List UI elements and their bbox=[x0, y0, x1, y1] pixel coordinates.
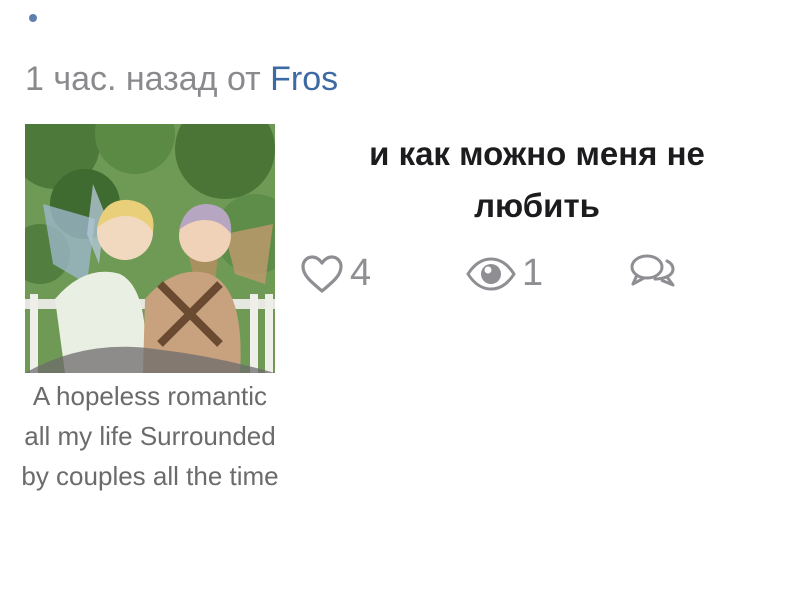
image-caption: A hopeless romantic all my life Surround… bbox=[21, 381, 279, 491]
eye-icon bbox=[466, 256, 516, 291]
like-button[interactable]: 4 bbox=[300, 252, 371, 295]
post-thumbnail-image bbox=[25, 124, 275, 373]
heart-icon bbox=[301, 254, 343, 293]
comments-button[interactable] bbox=[629, 252, 677, 292]
views-counter: 1 bbox=[466, 252, 543, 295]
view-count: 1 bbox=[522, 252, 544, 294]
unread-dot bbox=[29, 14, 37, 22]
post-title[interactable]: и как можно меня не любить bbox=[312, 128, 762, 232]
post-meta: 1 час. назад от Fros bbox=[25, 60, 338, 99]
like-count: 4 bbox=[350, 252, 372, 294]
author-link[interactable]: Fros bbox=[270, 60, 338, 98]
comment-bubbles-icon bbox=[630, 254, 675, 287]
post-thumbnail[interactable] bbox=[25, 124, 275, 373]
post-time: 1 час. назад от bbox=[25, 60, 261, 98]
